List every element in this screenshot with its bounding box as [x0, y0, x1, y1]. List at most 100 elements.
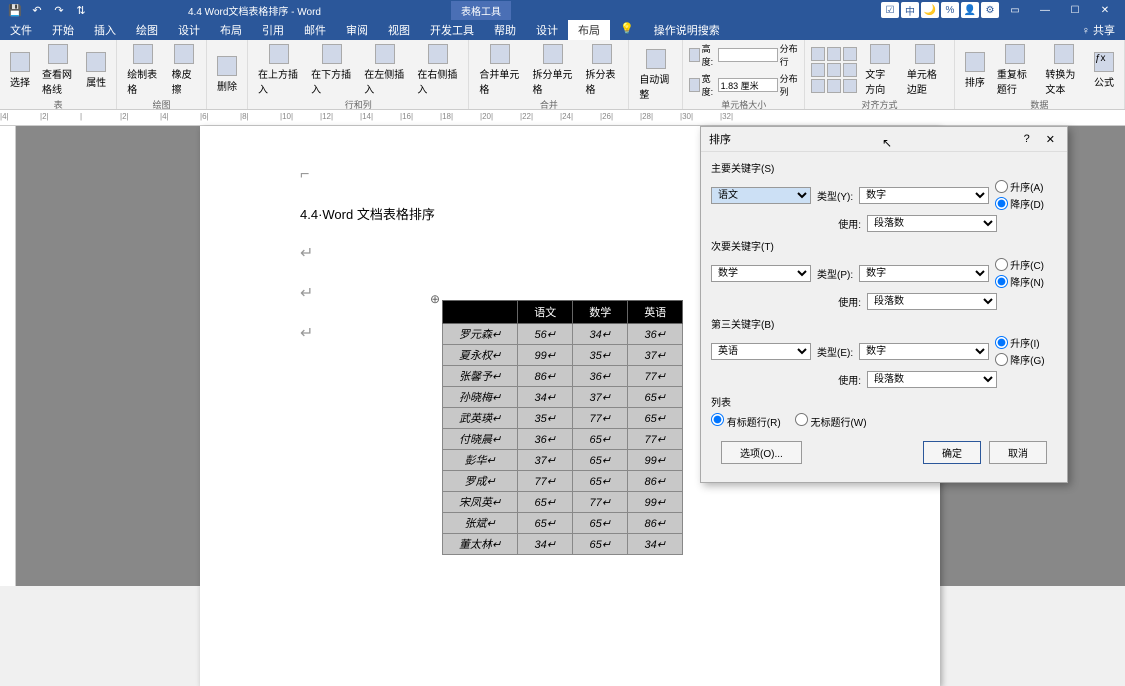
table-header[interactable]: 语文: [518, 301, 573, 324]
sort-button[interactable]: 排序: [961, 50, 989, 91]
table-row[interactable]: 孙晓梅↵34↵37↵65↵: [443, 387, 683, 408]
menu-table-design[interactable]: 设计: [526, 20, 568, 40]
menu-review[interactable]: 审阅: [336, 20, 378, 40]
menu-help[interactable]: 帮助: [484, 20, 526, 40]
align-grid[interactable]: [811, 47, 857, 93]
secondary-asc-radio[interactable]: 升序(C): [995, 257, 1044, 272]
third-key-select[interactable]: 英语: [711, 343, 811, 360]
table-row[interactable]: 罗成↵77↵65↵86↵: [443, 471, 683, 492]
tb-gear-icon[interactable]: ⚙: [981, 2, 999, 18]
redo-icon[interactable]: ↷: [52, 3, 66, 17]
insert-below-button[interactable]: 在下方插入: [307, 42, 356, 98]
contextual-tab-label: 表格工具: [451, 1, 511, 20]
undo-icon[interactable]: ↶: [30, 3, 44, 17]
menu-developer[interactable]: 开发工具: [420, 20, 484, 40]
secondary-use-select[interactable]: 段落数: [867, 293, 997, 310]
search-icon[interactable]: 💡: [610, 20, 644, 40]
table-header[interactable]: 英语: [628, 301, 683, 324]
save-icon[interactable]: 💾: [8, 3, 22, 17]
data-table[interactable]: 语文数学英语 罗元森↵56↵34↵36↵夏永权↵99↵35↵37↵张馨予↵86↵…: [442, 300, 683, 555]
insert-above-button[interactable]: 在上方插入: [254, 42, 303, 98]
window-close-icon[interactable]: ✕: [1091, 1, 1119, 19]
gridlines-button[interactable]: 查看网格线: [38, 42, 78, 98]
table-row[interactable]: 张馨予↵86↵36↵77↵: [443, 366, 683, 387]
primary-desc-radio[interactable]: 降序(D): [995, 196, 1044, 211]
search-help[interactable]: 操作说明搜索: [644, 20, 730, 40]
ok-button[interactable]: 确定: [923, 441, 981, 464]
dialog-close-icon[interactable]: ✕: [1042, 133, 1059, 146]
has-header-radio[interactable]: 有标题行(R): [711, 413, 781, 429]
split-table-button[interactable]: 拆分表格: [581, 42, 622, 98]
table-row[interactable]: 宋凤英↵65↵77↵99↵: [443, 492, 683, 513]
tb-check-icon[interactable]: ☑: [881, 2, 899, 18]
secondary-desc-radio[interactable]: 降序(N): [995, 274, 1044, 289]
text-direction-button[interactable]: 文字方向: [861, 42, 899, 98]
properties-button[interactable]: 属性: [82, 50, 110, 91]
draw-table-button[interactable]: 绘制表格: [123, 42, 163, 98]
dist-rows-button[interactable]: 分布行: [780, 42, 799, 68]
menu-references[interactable]: 引用: [252, 20, 294, 40]
table-header[interactable]: [443, 301, 518, 324]
table-anchor-icon[interactable]: ⊕: [430, 292, 440, 306]
sort-icon[interactable]: ⇅: [74, 3, 88, 17]
primary-use-select[interactable]: 段落数: [867, 215, 997, 232]
menu-layout[interactable]: 布局: [210, 20, 252, 40]
table-row[interactable]: 罗元森↵56↵34↵36↵: [443, 324, 683, 345]
primary-key-select[interactable]: 语文: [711, 187, 811, 204]
convert-text-button[interactable]: 转换为文本: [1041, 42, 1086, 98]
cell-margins-button[interactable]: 单元格边距: [903, 42, 948, 98]
menu-view[interactable]: 视图: [378, 20, 420, 40]
menu-insert[interactable]: 插入: [84, 20, 126, 40]
window-minimize-icon[interactable]: —: [1031, 1, 1059, 19]
table-row[interactable]: 武英瑛↵35↵77↵65↵: [443, 408, 683, 429]
cancel-button[interactable]: 取消: [989, 441, 1047, 464]
secondary-key-select[interactable]: 数学: [711, 265, 811, 282]
menu-file[interactable]: 文件: [0, 20, 42, 40]
eraser-button[interactable]: 橡皮擦: [168, 42, 200, 98]
primary-type-select[interactable]: 数字: [859, 187, 989, 204]
tb-percent-icon[interactable]: %: [941, 2, 959, 18]
no-header-radio[interactable]: 无标题行(W): [795, 413, 867, 429]
insert-right-button[interactable]: 在右侧插入: [413, 42, 462, 98]
repeat-header-button[interactable]: 重复标题行: [993, 42, 1038, 98]
menu-mailings[interactable]: 邮件: [294, 20, 336, 40]
width-input[interactable]: [718, 78, 778, 92]
third-use-select[interactable]: 段落数: [867, 371, 997, 388]
table-row[interactable]: 彭华↵37↵65↵99↵: [443, 450, 683, 471]
third-type-select[interactable]: 数字: [859, 343, 989, 360]
secondary-type-select[interactable]: 数字: [859, 265, 989, 282]
primary-asc-radio[interactable]: 升序(A): [995, 179, 1044, 194]
select-button[interactable]: 选择: [6, 50, 34, 91]
third-desc-radio[interactable]: 降序(G): [995, 352, 1044, 367]
merge-cells-button[interactable]: 合并单元格: [475, 42, 524, 98]
menu-home[interactable]: 开始: [42, 20, 84, 40]
table-header[interactable]: 数学: [573, 301, 628, 324]
options-button[interactable]: 选项(O)...: [721, 441, 802, 464]
table-row[interactable]: 夏永权↵99↵35↵37↵: [443, 345, 683, 366]
ruler-vertical: [0, 126, 16, 586]
height-input[interactable]: [718, 48, 778, 62]
titlebar: 💾 ↶ ↷ ⇅ 4.4 Word文档表格排序 - Word 表格工具 ☑ 中 🌙…: [0, 0, 1125, 20]
tb-lang-icon[interactable]: 中: [901, 2, 919, 18]
table-row[interactable]: 张斌↵65↵65↵86↵: [443, 513, 683, 534]
share-button[interactable]: ♀ 共享: [1072, 20, 1125, 40]
insert-left-button[interactable]: 在左侧插入: [360, 42, 409, 98]
formula-button[interactable]: ƒx公式: [1090, 50, 1118, 91]
split-cells-button[interactable]: 拆分单元格: [528, 42, 577, 98]
third-asc-radio[interactable]: 升序(I): [995, 335, 1044, 350]
menu-draw[interactable]: 绘图: [126, 20, 168, 40]
dist-cols-button[interactable]: 分布列: [780, 72, 799, 98]
table-row[interactable]: 付晓晨↵36↵65↵77↵: [443, 429, 683, 450]
window-ribbon-icon[interactable]: ▭: [1001, 1, 1029, 19]
menu-table-layout[interactable]: 布局: [568, 20, 610, 40]
window-maximize-icon[interactable]: ☐: [1061, 1, 1089, 19]
dialog-help-icon[interactable]: ?: [1020, 133, 1034, 145]
autofit-button[interactable]: 自动调整: [635, 47, 676, 103]
table-row[interactable]: 董太林↵34↵65↵34↵: [443, 534, 683, 555]
col-width-icon: [689, 78, 699, 92]
tb-user-icon[interactable]: 👤: [961, 2, 979, 18]
delete-button[interactable]: 删除: [213, 54, 241, 95]
menu-design[interactable]: 设计: [168, 20, 210, 40]
tb-moon-icon[interactable]: 🌙: [921, 2, 939, 18]
primary-key-label: 主要关键字(S): [711, 160, 1057, 175]
